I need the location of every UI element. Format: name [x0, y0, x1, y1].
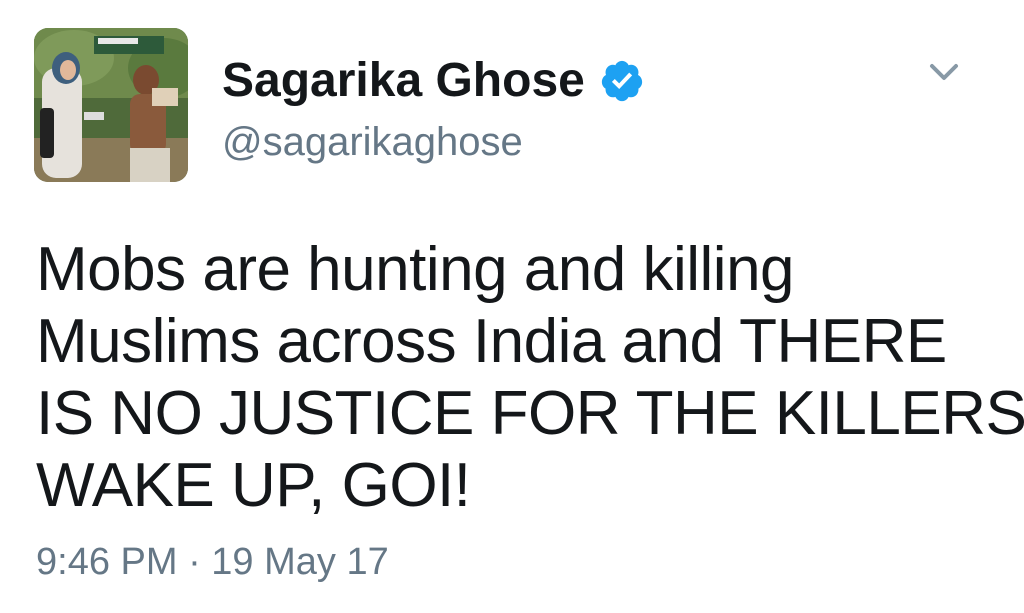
- author-handle[interactable]: @sagarikaghose: [222, 116, 523, 168]
- profile-photo-image: [34, 28, 188, 182]
- chevron-down-icon[interactable]: [924, 52, 964, 92]
- tweet-text-line: Muslims across India and THERE: [36, 307, 947, 376]
- verified-badge-icon: [599, 58, 645, 104]
- display-name-text[interactable]: Sagarika Ghose: [222, 52, 585, 110]
- author-display-name[interactable]: Sagarika Ghose: [222, 52, 645, 110]
- tweet-text: Mobs are hunting and killing Muslims acr…: [36, 234, 1024, 522]
- avatar[interactable]: [34, 28, 188, 182]
- tweet-card: Sagarika Ghose @sagarikaghose Mobs are h…: [0, 0, 1024, 613]
- tweet-text-line: IS NO JUSTICE FOR THE KILLERS!: [36, 379, 1024, 448]
- tweet-timestamp[interactable]: 9:46 PM · 19 May 17: [36, 538, 389, 586]
- tweet-text-line: WAKE UP, GOI!: [36, 451, 471, 520]
- tweet-text-line: Mobs are hunting and killing: [36, 235, 795, 304]
